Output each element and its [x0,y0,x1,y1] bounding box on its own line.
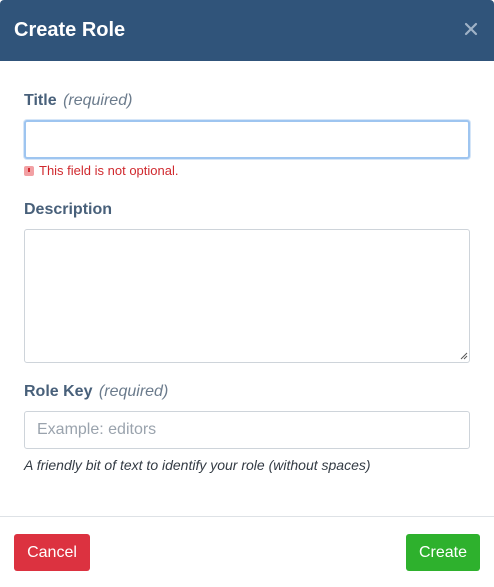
role-key-label-text: Role Key [24,383,93,400]
title-error: This field is not optional. [24,163,178,179]
title-required-note: (required) [63,92,133,109]
role-key-label: Role Key (required) [24,382,168,402]
modal-header: Create Role [0,0,494,61]
footer-divider [0,516,494,517]
create-role-modal: Create Role Title (required) This field … [0,0,494,587]
modal-title: Create Role [14,19,126,41]
description-textarea[interactable] [24,229,470,363]
close-icon [464,22,478,36]
title-label-text: Title [24,92,57,109]
role-key-help-text: A friendly bit of text to identify your … [24,457,371,473]
close-button[interactable] [462,18,480,40]
cancel-button[interactable]: Cancel [14,534,90,571]
error-icon [24,166,34,176]
role-key-input[interactable] [24,411,470,449]
description-label-text: Description [24,201,113,218]
description-label: Description [24,200,112,220]
title-input[interactable] [24,120,470,159]
title-label: Title (required) [24,91,132,111]
title-error-text: This field is not optional. [39,163,179,178]
create-button[interactable]: Create [406,534,480,571]
role-key-required-note: (required) [98,383,169,400]
resize-grip-icon[interactable] [460,352,468,360]
